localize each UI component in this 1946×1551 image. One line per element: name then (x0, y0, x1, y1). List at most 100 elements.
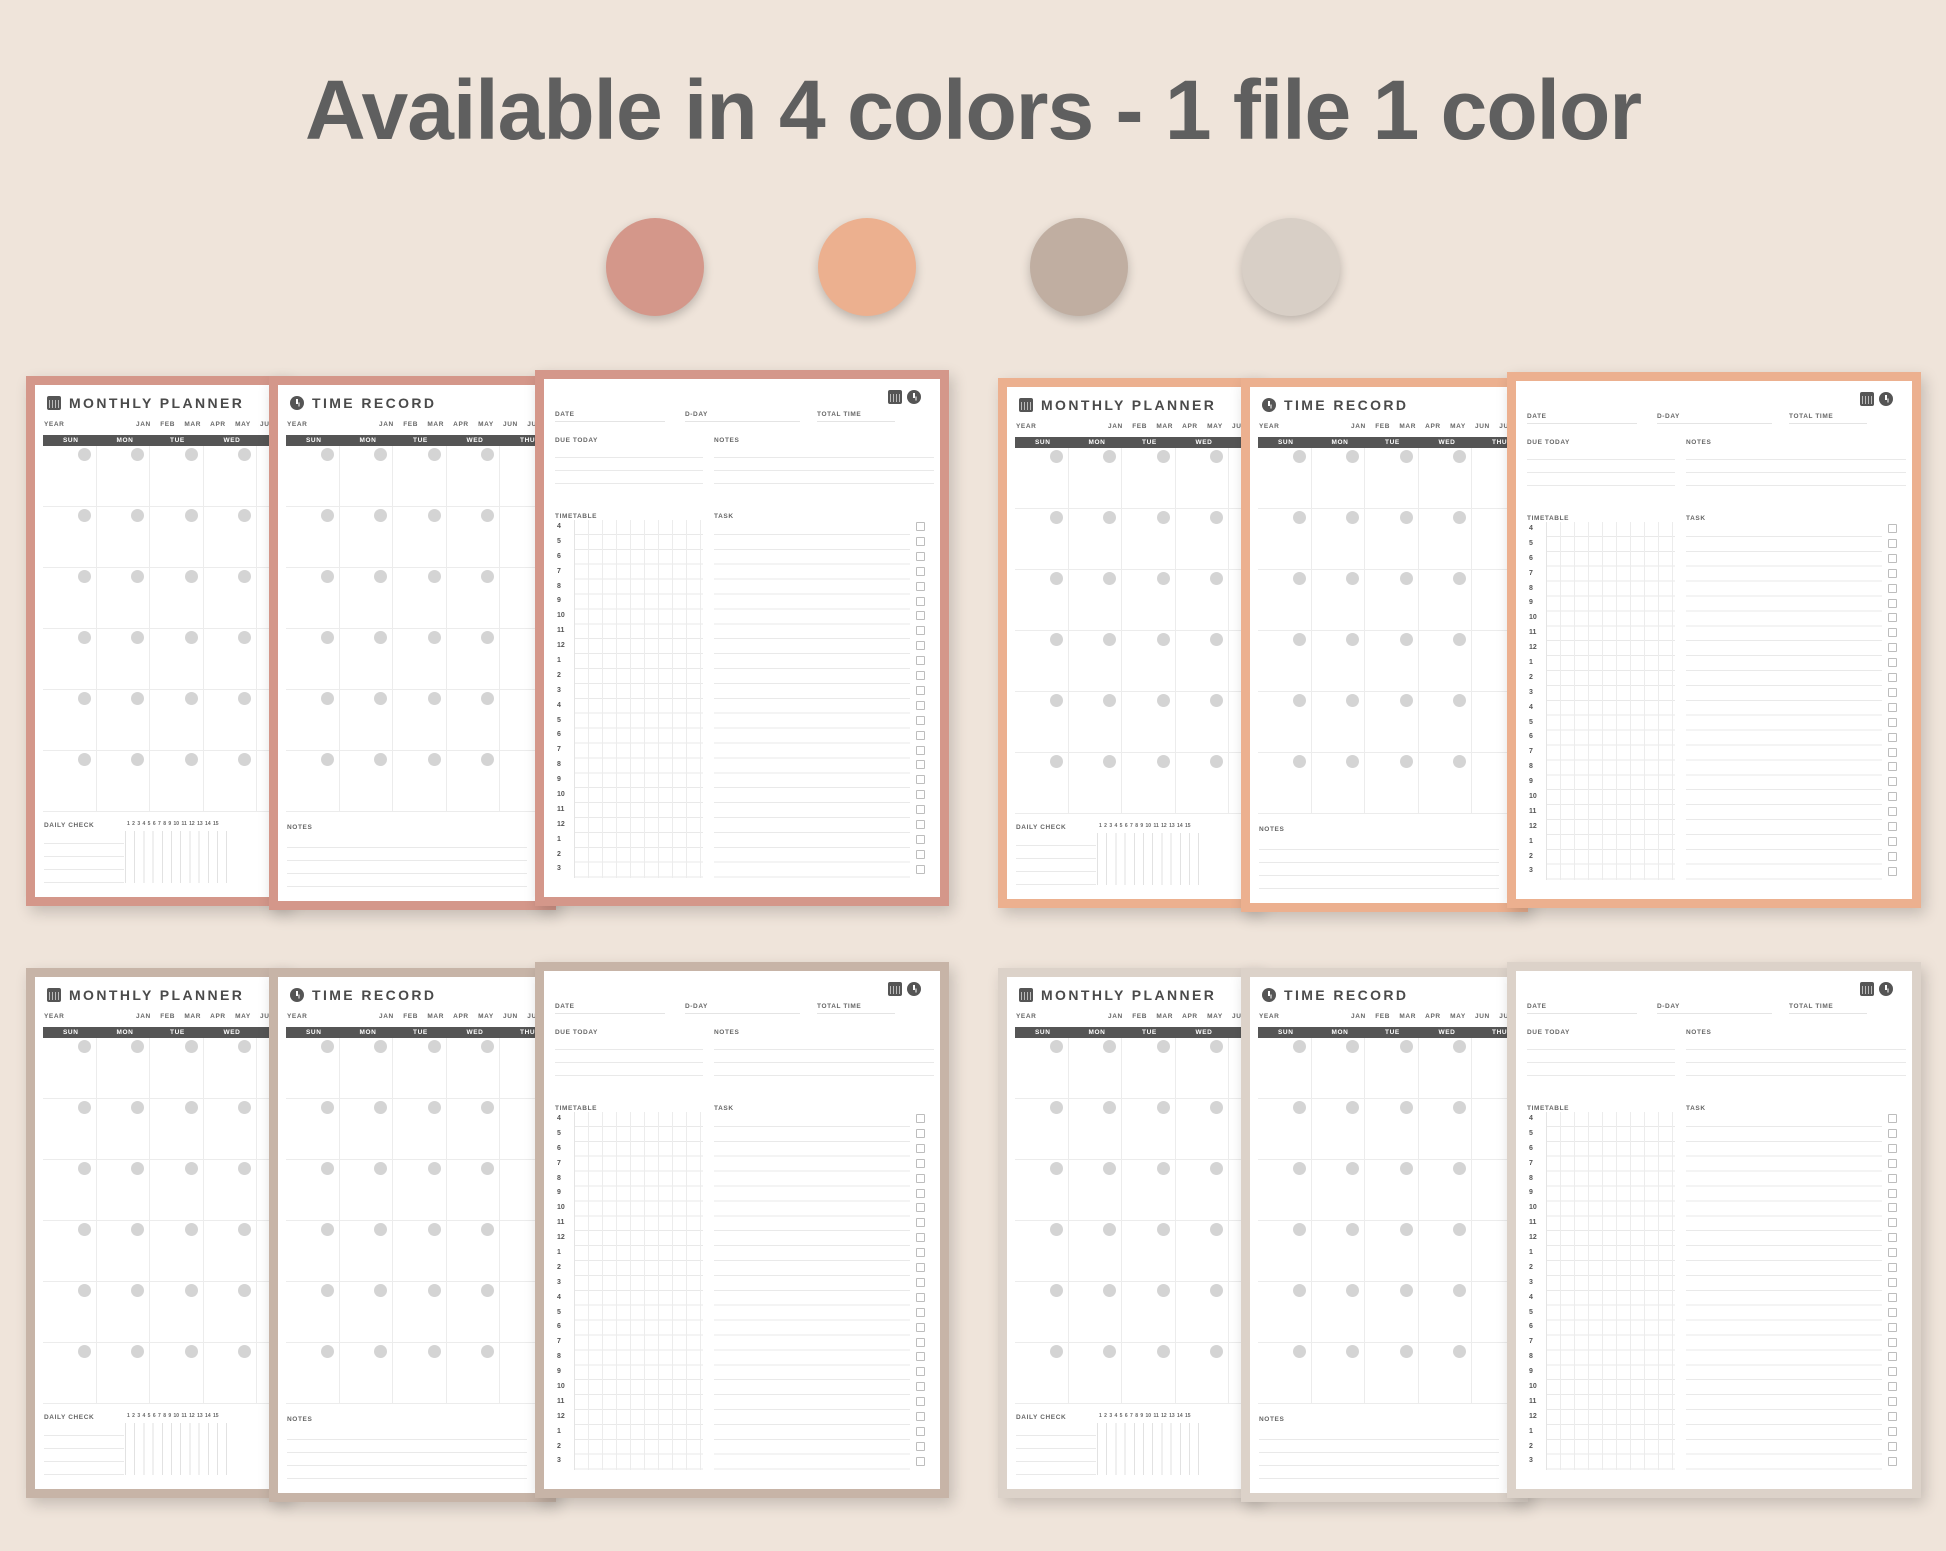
task-checkbox[interactable] (916, 1352, 925, 1362)
calendar-cell[interactable] (339, 1160, 393, 1221)
task-checkbox[interactable] (916, 1322, 925, 1332)
task-checkbox[interactable] (916, 536, 925, 546)
calendar-cell[interactable] (286, 690, 340, 751)
calendar-cell[interactable] (150, 568, 204, 629)
calendar-cell[interactable] (1365, 753, 1419, 814)
calendar-cell[interactable] (1068, 1343, 1122, 1404)
calendar-cell[interactable] (1258, 1343, 1312, 1404)
calendar-cell[interactable] (96, 1221, 150, 1282)
calendar-cell[interactable] (203, 507, 257, 568)
calendar-cell[interactable] (1015, 448, 1069, 509)
task-checkbox[interactable] (1888, 1218, 1897, 1228)
calendar-cell[interactable] (96, 568, 150, 629)
calendar-cell[interactable] (1068, 631, 1122, 692)
task-checkbox[interactable] (1888, 1337, 1897, 1347)
calendar-cell[interactable] (1068, 753, 1122, 814)
calendar-cell[interactable] (150, 1221, 204, 1282)
calendar-cell[interactable] (43, 751, 97, 812)
task-checkbox[interactable] (1888, 836, 1897, 846)
calendar-cell[interactable] (1311, 1038, 1365, 1099)
calendar-cell[interactable] (286, 1221, 340, 1282)
task-checkbox[interactable] (916, 1114, 925, 1123)
calendar-cell[interactable] (393, 690, 447, 751)
calendar-cell[interactable] (1418, 448, 1472, 509)
task-checkbox[interactable] (1888, 1173, 1897, 1183)
timetable-grid[interactable] (574, 520, 703, 878)
task-checkbox[interactable] (916, 1158, 925, 1168)
calendar-cell[interactable] (393, 507, 447, 568)
calendar-cell[interactable] (339, 1221, 393, 1282)
calendar-cell[interactable] (1258, 1160, 1312, 1221)
field-underline[interactable] (1657, 423, 1772, 424)
field-underline[interactable] (817, 421, 895, 422)
task-checkbox[interactable] (916, 671, 925, 680)
calendar-cell[interactable] (1068, 1099, 1122, 1160)
calendar-cell[interactable] (1418, 570, 1472, 631)
calendar-cell[interactable] (203, 1282, 257, 1343)
task-checkbox[interactable] (1888, 1367, 1897, 1377)
calendar-cell[interactable] (150, 629, 204, 690)
field-underline[interactable] (1657, 1013, 1772, 1014)
calendar-cell[interactable] (96, 507, 150, 568)
calendar-cell[interactable] (1365, 692, 1419, 753)
calendar-cell[interactable] (1122, 448, 1176, 509)
task-checkbox[interactable] (916, 775, 925, 785)
calendar-cell[interactable] (203, 1099, 257, 1160)
calendar-cell[interactable] (339, 446, 393, 507)
calendar-cell[interactable] (1311, 509, 1365, 570)
calendar-cell[interactable] (96, 1099, 150, 1160)
calendar-cell[interactable] (43, 1160, 97, 1221)
task-checkbox[interactable] (1888, 643, 1897, 653)
calendar-cell[interactable] (1418, 1343, 1472, 1404)
task-checkbox[interactable] (1888, 1188, 1897, 1198)
calendar-cell[interactable] (1418, 1099, 1472, 1160)
calendar-cell[interactable] (203, 568, 257, 629)
calendar-cell[interactable] (1311, 570, 1365, 631)
calendar-cell[interactable] (43, 1038, 97, 1099)
calendar-cell[interactable] (1418, 1221, 1472, 1282)
calendar-cell[interactable] (1122, 753, 1176, 814)
calendar-cell[interactable] (1365, 509, 1419, 570)
calendar-cell[interactable] (1015, 1099, 1069, 1160)
notes-lines[interactable] (1686, 447, 1906, 487)
task-checkbox[interactable] (1888, 1307, 1897, 1317)
calendar-cell[interactable] (393, 446, 447, 507)
field-underline[interactable] (1789, 423, 1867, 424)
calendar-cell[interactable] (1068, 692, 1122, 753)
calendar-cell[interactable] (1365, 570, 1419, 631)
calendar-cell[interactable] (1258, 570, 1312, 631)
task-checkbox[interactable] (916, 1307, 925, 1317)
calendar-cell[interactable] (43, 507, 97, 568)
task-checkbox[interactable] (1888, 1203, 1897, 1213)
calendar-cell[interactable] (1311, 1099, 1365, 1160)
task-checkbox[interactable] (916, 1263, 925, 1272)
calendar-cell[interactable] (446, 690, 500, 751)
task-checkbox[interactable] (916, 656, 925, 666)
calendar-cell[interactable] (1015, 753, 1069, 814)
notes-lines[interactable] (1686, 1037, 1906, 1077)
calendar-cell[interactable] (1311, 1221, 1365, 1282)
calendar-cell[interactable] (446, 1343, 500, 1404)
task-checkbox[interactable] (1888, 1441, 1897, 1451)
task-checkbox[interactable] (1888, 1233, 1897, 1243)
task-checkbox[interactable] (916, 1203, 925, 1213)
calendar-cell[interactable] (446, 1282, 500, 1343)
calendar-cell[interactable] (1175, 448, 1229, 509)
task-checkbox[interactable] (1888, 851, 1897, 861)
field-underline[interactable] (817, 1013, 895, 1014)
task-checkbox[interactable] (1888, 1263, 1897, 1272)
daily-check-grid[interactable] (125, 1423, 235, 1475)
calendar-cell[interactable] (203, 1221, 257, 1282)
field-underline[interactable] (555, 1013, 665, 1014)
calendar-cell[interactable] (339, 629, 393, 690)
calendar-cell[interactable] (446, 1099, 500, 1160)
task-checkbox[interactable] (916, 730, 925, 740)
calendar-cell[interactable] (1068, 1038, 1122, 1099)
task-checkbox[interactable] (1888, 1426, 1897, 1436)
calendar-cell[interactable] (96, 751, 150, 812)
calendar-cell[interactable] (286, 1038, 340, 1099)
calendar-cell[interactable] (1122, 1099, 1176, 1160)
calendar-cell[interactable] (1258, 631, 1312, 692)
task-checkbox[interactable] (1888, 1412, 1897, 1421)
calendar-cell[interactable] (1418, 753, 1472, 814)
